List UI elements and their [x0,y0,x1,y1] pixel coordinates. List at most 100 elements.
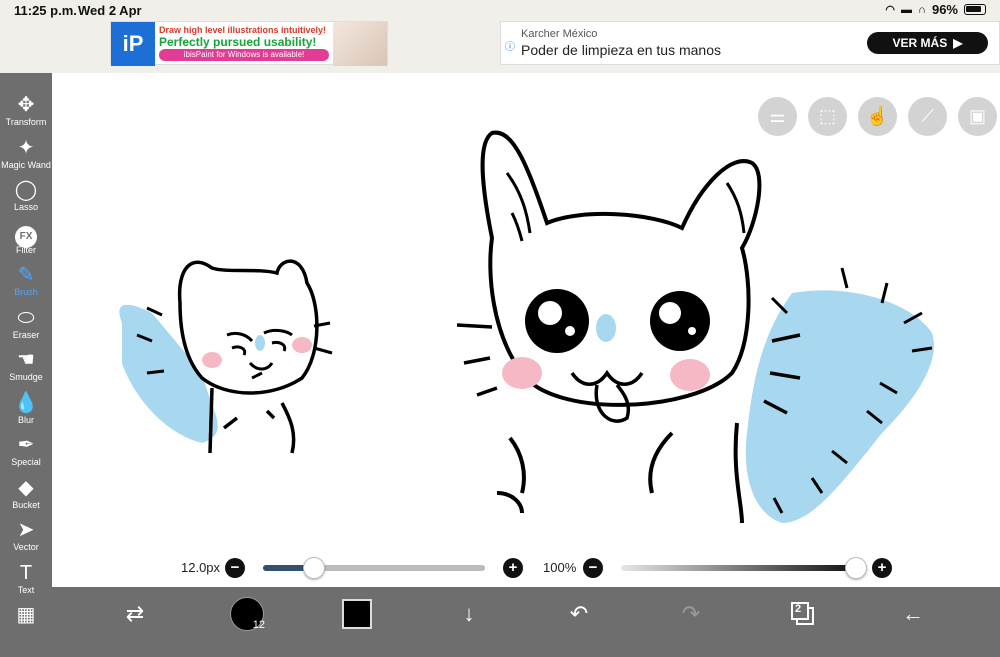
ad-headline: Poder de limpieza en tus manos [521,42,721,58]
tool-eraser[interactable]: ⬭ Eraser [0,306,52,348]
ad-banner-karcher[interactable]: ⓘ Karcher México Poder de limpieza en tu… [500,21,1000,65]
big-creature-body [496,422,744,524]
car-icon: ▬ [901,3,913,16]
battery-percent: 96% [931,2,958,17]
hand-touch-icon[interactable]: ☝ [858,97,897,136]
tool-text[interactable]: T Text [0,561,52,603]
tool-label: Vector [13,542,39,552]
opacity-value: 100% [543,560,577,575]
opacity-slider[interactable] [621,557,867,579]
tool-vector[interactable]: ➤ Vector [0,518,52,560]
move-arrows-icon: ✥ [17,94,35,116]
brush-size-handle[interactable] [303,557,326,579]
ad-cta-label: VER MÁS [892,36,948,50]
toggle-settings-icon[interactable]: ⚌ [758,97,797,136]
tool-label: Bucket [12,499,40,510]
small-creature-cheek-left [202,352,222,368]
ad-line-2: Perfectly pursued usability! [159,35,317,49]
status-date: Wed 2 Apr [78,3,142,18]
layer-count: 2 [795,603,802,615]
ad-info-icon[interactable]: ⓘ [505,38,515,53]
tool-special[interactable]: ✒ Special [0,433,52,475]
ad-illustration [333,22,387,66]
play-icon: ▶ [953,36,963,50]
swap-tools-icon[interactable]: ⇄ [118,597,152,631]
big-creature-cheek-right [670,359,710,391]
tool-label: Transform [5,117,47,127]
tool-label: Blur [17,414,34,425]
tool-label: Lasso [13,202,39,212]
eraser-icon: ⬭ [17,306,35,329]
ibis-paint-screen: 11:25 p.m. Wed 2 Apr ◠ ▬ ∩ 96% iP Draw h… [0,0,1000,657]
brush-number: 12 [252,619,265,631]
tool-sidebar: ✥ Transform ✦ Magic Wand ◯ Lasso FX Filter ✎ Brus… [0,73,52,657]
tool-transform[interactable]: ✥ Transform [0,93,52,135]
big-creature-eye-right [650,291,710,351]
ad-brand: Karcher México [521,28,598,40]
magic-wand-icon: ✦ [17,136,35,159]
big-creature-nose [596,314,616,342]
brush-picker-button[interactable]: 12 [230,597,265,631]
vector-cursor-icon: ➤ [17,519,35,541]
current-color-swatch [342,599,372,629]
selection-icon[interactable]: ⬚ [808,97,847,136]
smudge-icon: ☚ [17,349,35,371]
layers-icon: 2 [791,602,815,626]
wifi-icon: ◠ [885,4,896,16]
frame-divider-icon: ▦ [16,604,36,626]
undo-icon[interactable]: ↶ [564,597,594,631]
headphones-icon: ∩ [918,3,926,16]
slider-row: 12.0px − + 100% − + [52,553,1000,583]
small-creature-cheek-right [292,337,312,353]
ad-cta-button[interactable]: VER MÁS ▶ [867,32,988,54]
tool-label: Filter [16,244,36,255]
tool-lasso[interactable]: ◯ Lasso [0,178,52,220]
down-arrow-icon[interactable]: ↓ [454,597,484,631]
small-creature-nose [255,335,265,351]
color-picker-button[interactable] [342,597,372,631]
tool-magic-wand[interactable]: ✦ Magic Wand [0,136,52,178]
redo-icon[interactable]: ↷ [676,597,706,631]
tool-label: Smudge [9,372,43,382]
opacity-decrease-button[interactable]: − [583,558,603,578]
size-decrease-button[interactable]: − [225,558,245,578]
opacity-handle[interactable] [845,557,867,579]
back-arrow-icon[interactable]: ← [898,597,928,631]
small-creature-body [208,387,296,454]
drawing-canvas[interactable]: ⚌ ⬚ ☝ ⟋ ▣ [52,73,1000,587]
lasso-icon: ◯ [14,179,38,201]
tool-frame-divider[interactable]: ▦ [0,603,52,645]
bottom-bar: ⇄ 12 ↓ ↶ ↷ 2 ← [52,587,1000,657]
brush-preview: 12 [230,597,265,631]
ibispaint-logo-icon: iP [111,22,155,66]
image-icon[interactable]: ▣ [958,97,997,136]
brush-size-slider[interactable] [263,557,485,579]
tool-label: Special [11,457,41,467]
tool-label: Text [17,584,35,595]
text-icon: T [19,561,33,584]
tool-bucket[interactable]: ◆ Bucket [0,476,52,518]
small-creature-outline [177,259,319,395]
blur-drop-icon: 💧 [13,391,39,414]
tool-smudge[interactable]: ☚ Smudge [0,348,52,390]
ruler-icon[interactable]: ⟋ [908,97,947,136]
tool-filter[interactable]: FX Filter [0,221,52,263]
status-time: 11:25 p.m. [14,3,77,18]
fx-icon: FX [0,221,52,248]
artwork [119,130,934,524]
battery-icon [964,4,986,15]
brush-size-value: 12.0px [181,560,221,575]
tool-label: Magic Wand [1,159,51,170]
layers-button[interactable]: 2 [788,597,818,631]
status-indicators: ◠ ▬ ∩ 96% [885,2,986,17]
opacity-increase-button[interactable]: + [872,558,892,578]
ad-banner-ibispaint[interactable]: iP Draw high level illustrations intuiti… [110,21,388,66]
ad-line-3: ibisPaint for Windows is available! [159,49,329,61]
status-bar: 11:25 p.m. Wed 2 Apr ◠ ▬ ∩ 96% [0,0,1000,22]
tool-label: Brush [14,287,38,297]
tool-blur[interactable]: 💧 Blur [0,391,52,433]
brush-icon: ✎ [17,264,35,286]
size-increase-button[interactable]: + [503,558,523,578]
special-pen-icon: ✒ [17,434,35,456]
tool-brush[interactable]: ✎ Brush [0,263,52,305]
